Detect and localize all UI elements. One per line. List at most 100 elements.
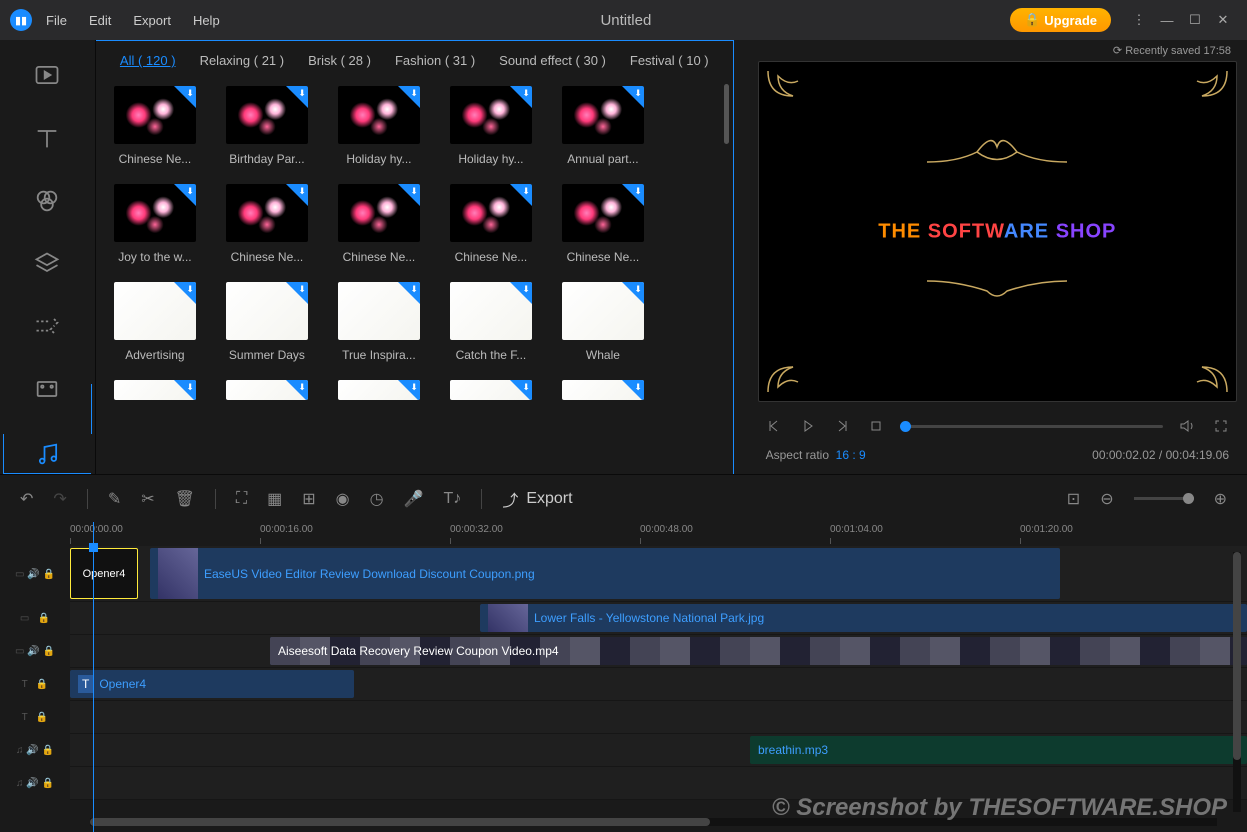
tab-all[interactable]: All ( 120 ) [120,53,176,68]
asset-card[interactable]: Catch the F... [450,282,532,362]
mosaic-icon[interactable]: ▦ [267,489,282,509]
download-icon[interactable] [286,282,308,304]
asset-card[interactable]: Chinese Ne... [114,86,196,166]
clip-audio1[interactable]: breathin.mp3 [750,736,1247,764]
asset-card[interactable]: Chinese Ne... [450,184,532,264]
track-audio2[interactable] [70,767,1247,800]
track-header-text1[interactable]: T 🔒 [0,668,70,701]
download-icon[interactable] [510,282,532,304]
asset-card[interactable] [450,380,532,400]
menu-help[interactable]: Help [193,13,220,28]
close-button[interactable]: ✕ [1209,6,1237,34]
duration-icon[interactable]: ◷ [370,489,384,509]
asset-card[interactable]: True Inspira... [338,282,420,362]
text-tab-icon[interactable] [25,121,69,156]
more-icon[interactable]: ⋮ [1125,6,1153,34]
asset-card[interactable]: Holiday hy... [450,86,532,166]
stop-button[interactable] [866,416,886,436]
transitions-tab-icon[interactable] [25,309,69,344]
menu-export[interactable]: Export [133,13,171,28]
asset-card[interactable]: Whale [562,282,644,362]
aspect-ratio-value[interactable]: 16 : 9 [836,448,866,462]
asset-card[interactable]: Chinese Ne... [226,184,308,264]
prev-frame-button[interactable] [764,416,784,436]
asset-card[interactable] [226,380,308,400]
track-pip[interactable]: Lower Falls - Yellowstone National Park.… [70,602,1247,635]
progress-bar[interactable] [900,425,1163,428]
download-icon[interactable] [622,380,644,400]
elements-tab-icon[interactable] [25,372,69,407]
track-header-audio1[interactable]: ♫ 🔊 🔒 [0,734,70,767]
text-to-speech-icon[interactable]: T♪ [444,490,462,508]
tab-fashion[interactable]: Fashion ( 31 ) [395,53,475,68]
split-icon[interactable]: ✂ [141,489,154,509]
filters-tab-icon[interactable] [25,183,69,218]
clip-video1[interactable]: Aiseesoft Data Recovery Review Coupon Vi… [270,637,1247,665]
music-tab-icon[interactable] [3,434,91,474]
asset-card[interactable]: Joy to the w... [114,184,196,264]
tab-relaxing[interactable]: Relaxing ( 21 ) [200,53,285,68]
upgrade-button[interactable]: 🔒Upgrade [1010,8,1111,32]
track-header-video2[interactable]: ▭ 🔊 🔒 [0,635,70,668]
clip-opener[interactable]: Opener4 [70,548,138,599]
time-ruler[interactable]: 00:00:00.00 00:00:16.00 00:00:32.00 00:0… [70,522,1247,546]
timeline-body[interactable]: 00:00:00.00 00:00:16.00 00:00:32.00 00:0… [70,522,1247,832]
tab-sound-effect[interactable]: Sound effect ( 30 ) [499,53,606,68]
grid-scrollbar[interactable] [724,84,729,144]
preview-viewport[interactable]: THE SOFTWARE SHOP [758,61,1237,402]
crop-icon[interactable]: ⛶ [236,490,247,508]
track-video2[interactable]: Aiseesoft Data Recovery Review Coupon Vi… [70,635,1247,668]
download-icon[interactable] [174,282,196,304]
download-icon[interactable] [398,380,420,400]
fit-icon[interactable]: ⊡ [1067,489,1080,509]
asset-card[interactable]: Annual part... [562,86,644,166]
edit-icon[interactable]: ✎ [108,489,121,509]
fullscreen-icon[interactable] [1211,416,1231,436]
download-icon[interactable] [398,184,420,206]
download-icon[interactable] [398,86,420,108]
tab-brisk[interactable]: Brisk ( 28 ) [308,53,371,68]
freeze-icon[interactable]: ◉ [336,489,350,509]
asset-card[interactable]: Chinese Ne... [338,184,420,264]
minimize-button[interactable]: — [1153,6,1181,34]
voiceover-icon[interactable]: 🎤 [404,489,424,509]
download-icon[interactable] [510,86,532,108]
undo-button[interactable]: ↶ [20,489,33,509]
delete-icon[interactable]: 🗑 [175,489,195,509]
timeline-h-scrollbar[interactable] [90,818,1217,826]
timeline-v-scrollbar[interactable] [1233,552,1241,812]
track-header-audio2[interactable]: ♫ 🔊 🔒 [0,767,70,800]
media-tab-icon[interactable] [25,58,69,93]
volume-icon[interactable] [1177,416,1197,436]
play-button[interactable] [798,416,818,436]
asset-card[interactable]: Advertising [114,282,196,362]
zoom-out-icon[interactable]: ⊖ [1100,489,1113,509]
download-icon[interactable] [286,86,308,108]
asset-card[interactable]: Holiday hy... [338,86,420,166]
grid-icon[interactable]: ⊞ [302,489,315,509]
download-icon[interactable] [622,86,644,108]
download-icon[interactable] [174,86,196,108]
track-header-text2[interactable]: T 🔒 [0,701,70,734]
playhead[interactable] [93,522,94,832]
download-icon[interactable] [510,184,532,206]
asset-card[interactable] [114,380,196,400]
track-text1[interactable]: TOpener4 [70,668,1247,701]
zoom-slider[interactable] [1134,497,1194,500]
download-icon[interactable] [398,282,420,304]
clip-text1[interactable]: TOpener4 [70,670,354,698]
tab-festival[interactable]: Festival ( 10 ) [630,53,709,68]
menu-edit[interactable]: Edit [89,13,111,28]
redo-button[interactable]: ↷ [53,489,66,509]
download-icon[interactable] [174,184,196,206]
menu-file[interactable]: File [46,13,67,28]
download-icon[interactable] [286,184,308,206]
asset-card[interactable] [338,380,420,400]
asset-card[interactable] [562,380,644,400]
export-button[interactable]: ⤴Export [502,487,572,511]
track-text2[interactable] [70,701,1247,734]
clip-image2[interactable]: Lower Falls - Yellowstone National Park.… [480,604,1247,632]
clip-image1[interactable]: EaseUS Video Editor Review Download Disc… [150,548,1060,599]
download-icon[interactable] [286,380,308,400]
asset-card[interactable]: Summer Days [226,282,308,362]
